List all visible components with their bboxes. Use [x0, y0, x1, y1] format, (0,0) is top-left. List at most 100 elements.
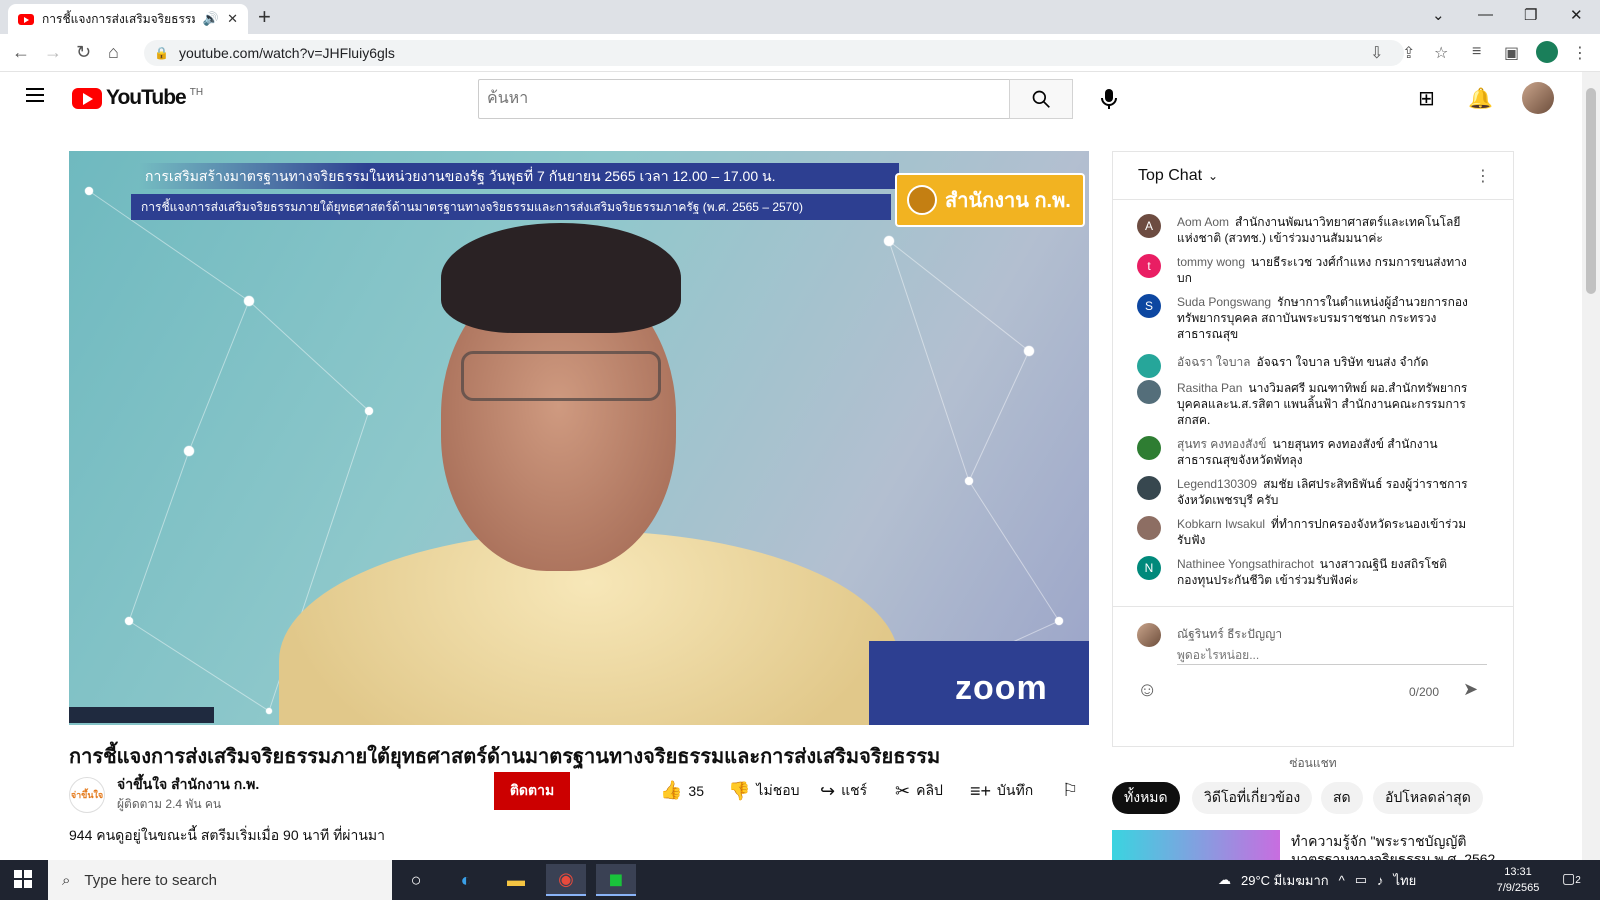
video-title: การชี้แจงการส่งเสริมจริยธรรมภายใต้ยุทธศา… — [69, 746, 941, 768]
report-button[interactable]: ⚐ — [1062, 780, 1078, 801]
side-panel-icon[interactable]: ▣ — [1504, 43, 1519, 63]
hide-chat-button[interactable]: ซ่อนแชท — [1113, 748, 1513, 778]
channel-name[interactable]: จ่าขึ้นใจ สำนักงาน ก.พ. — [117, 774, 259, 796]
chat-header[interactable]: Top Chat ⌄ — [1113, 152, 1513, 200]
notification-count: 2 — [1575, 875, 1581, 886]
account-avatar[interactable] — [1522, 82, 1554, 114]
video-player[interactable]: การเสริมสร้างมาตรฐานทางจริยธรรมในหน่วยงา… — [69, 151, 1089, 725]
line-app-icon[interactable]: ◼ — [596, 864, 636, 896]
reload-icon[interactable]: ↻ — [76, 42, 91, 63]
recommendation-thumbnail[interactable] — [1112, 830, 1280, 860]
guide-menu-icon[interactable] — [26, 88, 44, 102]
chat-author[interactable]: อัจฉรา ใจบาล — [1177, 355, 1251, 369]
search-icon: ⌕ — [62, 871, 71, 889]
close-window-icon[interactable]: ✕ — [1570, 6, 1583, 24]
org-logo-badge: สำนักงาน ก.พ. — [895, 173, 1085, 227]
page-scrollbar[interactable] — [1582, 72, 1600, 860]
tab-close-icon[interactable]: ✕ — [227, 11, 238, 27]
chat-author[interactable]: Legend130309 — [1177, 477, 1257, 491]
chat-author[interactable]: Kobkarn Iwsakul — [1177, 517, 1265, 531]
chat-author[interactable]: Nathinee Yongsathirachot — [1177, 557, 1314, 571]
tab-search-icon[interactable]: ⌄ — [1432, 6, 1445, 24]
volume-icon[interactable]: ♪ — [1377, 873, 1384, 888]
clip-label: คลิป — [916, 782, 943, 798]
browser-profile-avatar[interactable] — [1536, 41, 1558, 63]
address-bar[interactable]: 🔒 youtube.com/watch?v=JHFluiy6gls — [144, 40, 1404, 66]
chat-message: Rasitha Pan นางวิมลศรี มณฑาทิพย์ ผอ.สำนัก… — [1137, 380, 1477, 428]
install-icon[interactable]: ⇩ — [1370, 43, 1383, 63]
save-button[interactable]: ≡+ บันทึก — [970, 780, 1033, 802]
weather-text[interactable]: 29°C มีเมฆมาก — [1241, 870, 1329, 891]
dislike-button[interactable]: 👎 ไม่ชอบ — [728, 780, 800, 802]
media-control-icon[interactable]: ≡ — [1472, 43, 1481, 61]
chat-author[interactable]: สุนทร คงทองสังข์ — [1177, 437, 1266, 451]
new-tab-button[interactable]: + — [258, 4, 271, 30]
weather-cloud-icon: ☁ — [1218, 872, 1231, 887]
send-icon[interactable]: ➤ — [1463, 679, 1478, 700]
home-icon[interactable]: ⌂ — [108, 42, 119, 63]
chat-author-avatar: A — [1137, 214, 1161, 238]
clip-button[interactable]: ✂ คลิป — [895, 780, 943, 802]
search-icon — [1032, 90, 1050, 108]
chat-message: สุนทร คงทองสังข์ นายสุนทร คงทองสังข์ สำนั… — [1137, 436, 1477, 468]
subscriber-count: ผู้ติดตาม 2.4 พัน คน — [117, 797, 222, 811]
forward-icon[interactable]: → — [44, 42, 62, 63]
search-button[interactable] — [1009, 79, 1073, 119]
chat-message-input[interactable] — [1177, 645, 1487, 665]
chat-author[interactable]: Suda Pongswang — [1177, 295, 1271, 309]
notification-center-icon[interactable]: ▢2 — [1562, 870, 1581, 887]
task-view-icon[interactable]: ○ — [396, 864, 436, 896]
channel-avatar[interactable]: จ่าขึ้นใจ — [69, 777, 105, 813]
notifications-bell-icon[interactable]: 🔔 — [1468, 86, 1493, 111]
speaker-hair — [441, 223, 681, 333]
live-chat-panel: Top Chat ⌄ ⋮ A Aom Aom สำนักงานพัฒนาวิทยา… — [1112, 151, 1514, 770]
taskbar-clock[interactable]: 13:31 7/9/2565 — [1488, 864, 1548, 896]
scissors-icon: ✂ — [895, 780, 911, 801]
taskbar-search-box[interactable]: ⌕ Type here to search — [48, 860, 392, 900]
voice-search-button[interactable] — [1094, 84, 1124, 114]
chip-related[interactable]: วิดีโอที่เกี่ยวข้อง — [1192, 782, 1313, 814]
share-page-icon[interactable]: ⇪ — [1402, 43, 1415, 63]
chip-all[interactable]: ทั้งหมด — [1112, 782, 1180, 814]
lock-icon: 🔒 — [154, 46, 169, 60]
youtube-logo[interactable]: YouTube TH — [72, 86, 203, 110]
create-video-icon[interactable]: ⊞ — [1418, 86, 1435, 111]
recommendation-title[interactable]: ทำความรู้จัก "พระราชบัญญัติมาตรฐานทางจริ… — [1291, 832, 1511, 860]
youtube-wordmark: YouTube — [106, 86, 187, 109]
chip-live[interactable]: สด — [1321, 782, 1363, 814]
restore-icon[interactable]: ❐ — [1524, 6, 1537, 24]
input-language[interactable]: ไทย — [1394, 870, 1417, 891]
chrome-icon[interactable]: ◉ — [546, 864, 586, 896]
chat-message: A Aom Aom สำนักงานพัฒนาวิทยาศาสตร์และเทคโ… — [1137, 214, 1477, 246]
chip-recent[interactable]: อัปโหลดล่าสุด — [1373, 782, 1483, 814]
browser-menu-icon[interactable]: ⋮ — [1572, 43, 1588, 63]
file-explorer-icon[interactable]: ▬ — [496, 864, 536, 896]
back-icon[interactable]: ← — [12, 42, 30, 63]
speaker-icon[interactable]: 🔊 — [203, 11, 219, 27]
network-icon[interactable]: ▭ — [1355, 872, 1367, 888]
like-button[interactable]: 👍 35 — [660, 780, 704, 801]
clock-time: 13:31 — [1504, 866, 1532, 878]
chat-message: t tommy wong นายธีระเวช วงศ์กำแหง กรมการข… — [1137, 254, 1477, 286]
subscribe-button[interactable]: ติดตาม — [494, 772, 570, 810]
chat-author[interactable]: Aom Aom — [1177, 215, 1229, 229]
clock-date: 7/9/2565 — [1496, 882, 1540, 894]
share-button[interactable]: ↪ แชร์ — [820, 780, 867, 802]
edge-icon[interactable]: ◐ — [446, 864, 486, 896]
windows-start-icon[interactable] — [14, 870, 32, 888]
chat-author[interactable]: tommy wong — [1177, 255, 1245, 269]
search-input[interactable] — [478, 79, 1010, 119]
browser-tab[interactable]: การชี้แจงการส่งเสริมจริยธรรมภาย 🔊 ✕ — [8, 4, 248, 34]
my-avatar — [1137, 623, 1161, 647]
tray-chevron-icon[interactable]: ^ — [1339, 873, 1345, 888]
page-scrollbar-thumb[interactable] — [1586, 88, 1596, 294]
chat-more-icon[interactable]: ⋮ — [1475, 166, 1491, 186]
chat-input-area: ณัฐรินทร์ ธีระปัญญา ☺ 0/200 ➤ — [1113, 606, 1513, 746]
dislike-label: ไม่ชอบ — [756, 782, 800, 798]
event-banner: การเสริมสร้างมาตรฐานทางจริยธรรมในหน่วยงา… — [139, 163, 899, 189]
emoji-icon[interactable]: ☺ — [1137, 679, 1157, 702]
chat-author[interactable]: Rasitha Pan — [1177, 381, 1242, 395]
bookmark-star-icon[interactable]: ☆ — [1434, 43, 1448, 63]
minimize-icon[interactable]: — — [1478, 6, 1493, 23]
chat-mode-label: Top Chat — [1138, 166, 1203, 184]
